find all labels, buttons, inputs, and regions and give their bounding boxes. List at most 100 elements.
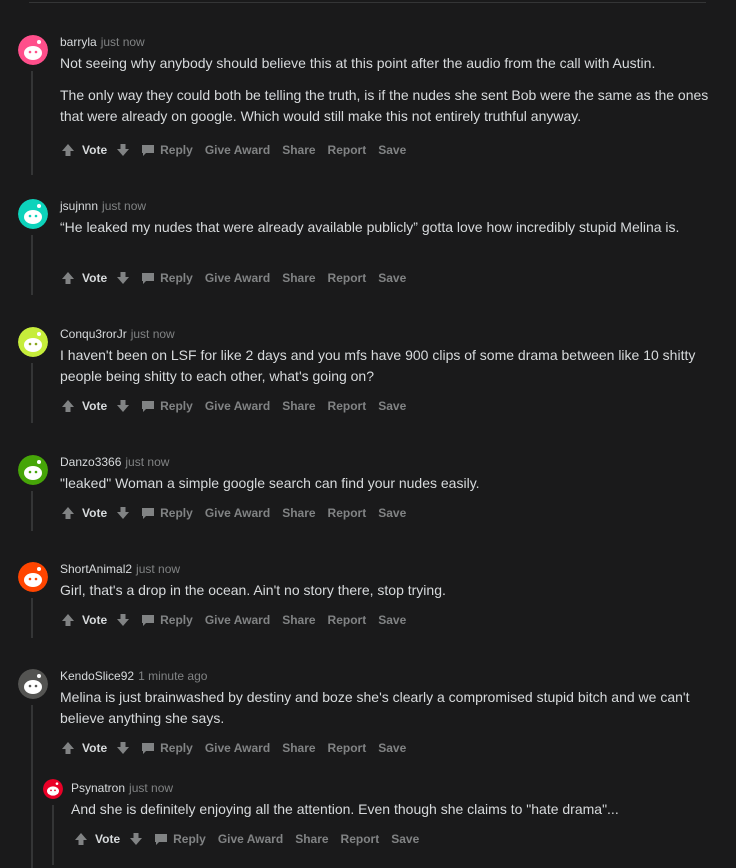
give-award-button[interactable]: Give Award (205, 143, 270, 157)
thread-line[interactable] (31, 71, 33, 175)
avatar[interactable] (18, 327, 48, 357)
save-button[interactable]: Save (378, 399, 406, 413)
comment-author[interactable]: barryla (60, 35, 97, 49)
thread-line[interactable] (31, 363, 33, 423)
avatar[interactable] (18, 35, 48, 65)
thread-line[interactable] (52, 805, 54, 865)
comment-meta: Psynatron just now (71, 781, 173, 795)
reply-button[interactable]: Reply (141, 613, 193, 627)
vote-count: Vote (82, 399, 108, 413)
give-award-button[interactable]: Give Award (205, 613, 270, 627)
comment-bubble-icon (142, 145, 155, 156)
thread-line[interactable] (31, 705, 33, 868)
report-button[interactable]: Report (328, 741, 367, 755)
downvote-icon[interactable] (115, 270, 131, 286)
share-button[interactable]: Share (282, 741, 315, 755)
upvote-icon[interactable] (73, 831, 89, 847)
comment-text: “He leaked my nudes that were already av… (60, 219, 680, 235)
vote-count: Vote (82, 741, 108, 755)
reply-button[interactable]: Reply (141, 506, 193, 520)
downvote-icon[interactable] (115, 612, 131, 628)
avatar[interactable] (18, 199, 48, 229)
share-button[interactable]: Share (282, 271, 315, 285)
reply-label: Reply (160, 271, 193, 285)
comment-timestamp[interactable]: just now (102, 199, 146, 213)
comment-timestamp[interactable]: just now (125, 455, 169, 469)
comment-timestamp[interactable]: just now (131, 327, 175, 341)
comment-meta: ShortAnimal2 just now (60, 562, 180, 576)
give-award-button[interactable]: Give Award (218, 832, 283, 846)
give-award-button[interactable]: Give Award (205, 741, 270, 755)
give-award-button[interactable]: Give Award (205, 506, 270, 520)
share-button[interactable]: Share (282, 506, 315, 520)
comment-actions: Vote Reply Give Award Share Report Save (60, 503, 406, 523)
downvote-icon[interactable] (115, 398, 131, 414)
comment-author[interactable]: Danzo3366 (60, 455, 121, 469)
reply-label: Reply (160, 741, 193, 755)
upvote-icon[interactable] (60, 142, 76, 158)
thread-line[interactable] (31, 598, 33, 638)
avatar[interactable] (43, 779, 63, 799)
comment-text: I haven't been on LSF for like 2 days an… (60, 347, 696, 384)
avatar[interactable] (18, 562, 48, 592)
comment-bubble-icon (142, 615, 155, 626)
thread-line[interactable] (31, 491, 33, 531)
share-button[interactable]: Share (282, 399, 315, 413)
share-button[interactable]: Share (282, 143, 315, 157)
reply-button[interactable]: Reply (154, 832, 206, 846)
save-button[interactable]: Save (378, 143, 406, 157)
comment-body: "leaked" Woman a simple google search ca… (60, 473, 710, 494)
comment-body: I haven't been on LSF for like 2 days an… (60, 345, 710, 387)
comment-author[interactable]: jsujnnn (60, 199, 98, 213)
share-button[interactable]: Share (295, 832, 328, 846)
comment-bubble-icon (155, 834, 168, 845)
report-button[interactable]: Report (328, 613, 367, 627)
share-button[interactable]: Share (282, 613, 315, 627)
reply-button[interactable]: Reply (141, 399, 193, 413)
reply-label: Reply (160, 399, 193, 413)
comment-author[interactable]: ShortAnimal2 (60, 562, 132, 576)
thread-divider (29, 2, 706, 3)
comment-meta: Conqu3rorJr just now (60, 327, 175, 341)
comment-text: Not seeing why anybody should believe th… (60, 55, 656, 71)
reply-button[interactable]: Reply (141, 143, 193, 157)
upvote-icon[interactable] (60, 740, 76, 756)
comment-actions: Vote Reply Give Award Share Report Save (60, 610, 406, 630)
reply-button[interactable]: Reply (141, 271, 193, 285)
report-button[interactable]: Report (328, 143, 367, 157)
comment-timestamp[interactable]: 1 minute ago (138, 669, 207, 683)
upvote-icon[interactable] (60, 270, 76, 286)
downvote-icon[interactable] (128, 831, 144, 847)
comment-timestamp[interactable]: just now (129, 781, 173, 795)
report-button[interactable]: Report (341, 832, 380, 846)
report-button[interactable]: Report (328, 506, 367, 520)
comment-text: "leaked" Woman a simple google search ca… (60, 475, 480, 491)
report-button[interactable]: Report (328, 271, 367, 285)
avatar[interactable] (18, 669, 48, 699)
save-button[interactable]: Save (378, 271, 406, 285)
downvote-icon[interactable] (115, 505, 131, 521)
downvote-icon[interactable] (115, 740, 131, 756)
comment-body: Not seeing why anybody should believe th… (60, 53, 710, 127)
upvote-icon[interactable] (60, 398, 76, 414)
save-button[interactable]: Save (378, 506, 406, 520)
thread-line[interactable] (31, 235, 33, 295)
upvote-icon[interactable] (60, 612, 76, 628)
give-award-button[interactable]: Give Award (205, 399, 270, 413)
upvote-icon[interactable] (60, 505, 76, 521)
comment-author[interactable]: Conqu3rorJr (60, 327, 127, 341)
avatar[interactable] (18, 455, 48, 485)
save-button[interactable]: Save (391, 832, 419, 846)
comment-timestamp[interactable]: just now (136, 562, 180, 576)
save-button[interactable]: Save (378, 741, 406, 755)
comment-text: The only way they could both be telling … (60, 87, 709, 124)
give-award-button[interactable]: Give Award (205, 271, 270, 285)
comment-timestamp[interactable]: just now (101, 35, 145, 49)
save-button[interactable]: Save (378, 613, 406, 627)
reply-button[interactable]: Reply (141, 741, 193, 755)
comment-author[interactable]: KendoSlice92 (60, 669, 134, 683)
comment-actions: Vote Reply Give Award Share Report Save (60, 738, 406, 758)
downvote-icon[interactable] (115, 142, 131, 158)
comment-author[interactable]: Psynatron (71, 781, 125, 795)
report-button[interactable]: Report (328, 399, 367, 413)
